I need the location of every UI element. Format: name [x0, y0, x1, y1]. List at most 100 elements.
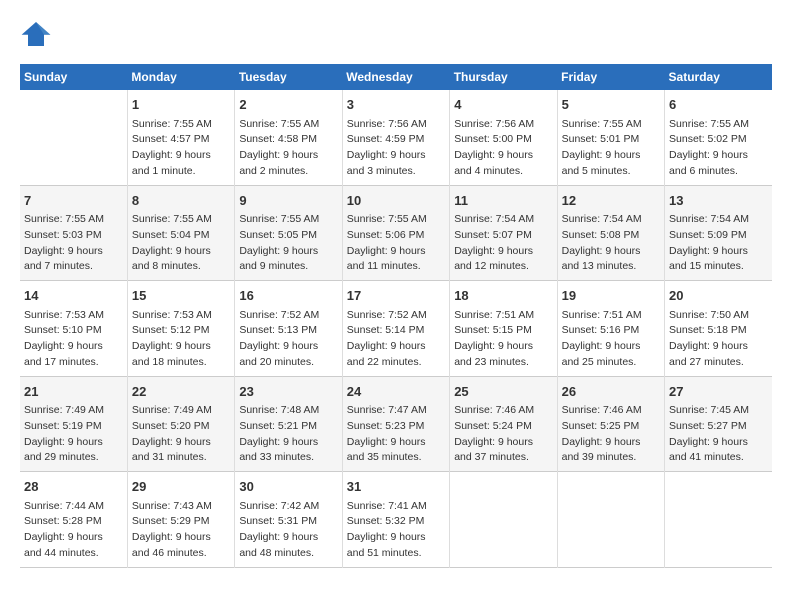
calendar-week-row: 7Sunrise: 7:55 AM Sunset: 5:03 PM Daylig…: [20, 185, 772, 281]
calendar-cell: 2Sunrise: 7:55 AM Sunset: 4:58 PM Daylig…: [235, 90, 342, 185]
day-number: 5: [562, 95, 660, 115]
day-content: Sunrise: 7:49 AM Sunset: 5:19 PM Dayligh…: [24, 403, 123, 466]
day-content: Sunrise: 7:44 AM Sunset: 5:28 PM Dayligh…: [24, 499, 123, 562]
calendar-cell: 15Sunrise: 7:53 AM Sunset: 5:12 PM Dayli…: [127, 281, 234, 377]
calendar-cell: 28Sunrise: 7:44 AM Sunset: 5:28 PM Dayli…: [20, 472, 127, 568]
day-number: 3: [347, 95, 445, 115]
day-content: Sunrise: 7:43 AM Sunset: 5:29 PM Dayligh…: [132, 499, 230, 562]
day-number: 4: [454, 95, 552, 115]
day-number: 10: [347, 191, 445, 211]
day-content: Sunrise: 7:49 AM Sunset: 5:20 PM Dayligh…: [132, 403, 230, 466]
day-content: Sunrise: 7:55 AM Sunset: 4:57 PM Dayligh…: [132, 117, 230, 180]
day-number: 20: [669, 286, 768, 306]
day-content: Sunrise: 7:55 AM Sunset: 5:05 PM Dayligh…: [239, 212, 337, 275]
day-content: Sunrise: 7:55 AM Sunset: 5:03 PM Dayligh…: [24, 212, 123, 275]
day-number: 8: [132, 191, 230, 211]
calendar-cell: [665, 472, 772, 568]
calendar-cell: 22Sunrise: 7:49 AM Sunset: 5:20 PM Dayli…: [127, 376, 234, 472]
day-number: 21: [24, 382, 123, 402]
day-number: 31: [347, 477, 445, 497]
day-number: 27: [669, 382, 768, 402]
day-number: 22: [132, 382, 230, 402]
day-content: Sunrise: 7:42 AM Sunset: 5:31 PM Dayligh…: [239, 499, 337, 562]
calendar-cell: 17Sunrise: 7:52 AM Sunset: 5:14 PM Dayli…: [342, 281, 449, 377]
calendar-cell: 1Sunrise: 7:55 AM Sunset: 4:57 PM Daylig…: [127, 90, 234, 185]
day-number: 30: [239, 477, 337, 497]
day-content: Sunrise: 7:51 AM Sunset: 5:16 PM Dayligh…: [562, 308, 660, 371]
day-number: 19: [562, 286, 660, 306]
calendar-week-row: 1Sunrise: 7:55 AM Sunset: 4:57 PM Daylig…: [20, 90, 772, 185]
weekday-header: Friday: [557, 64, 664, 90]
calendar-week-row: 21Sunrise: 7:49 AM Sunset: 5:19 PM Dayli…: [20, 376, 772, 472]
day-number: 25: [454, 382, 552, 402]
calendar-cell: 10Sunrise: 7:55 AM Sunset: 5:06 PM Dayli…: [342, 185, 449, 281]
page-header: [20, 20, 772, 48]
calendar-cell: 7Sunrise: 7:55 AM Sunset: 5:03 PM Daylig…: [20, 185, 127, 281]
day-content: Sunrise: 7:55 AM Sunset: 5:02 PM Dayligh…: [669, 117, 768, 180]
calendar-cell: 20Sunrise: 7:50 AM Sunset: 5:18 PM Dayli…: [665, 281, 772, 377]
day-content: Sunrise: 7:45 AM Sunset: 5:27 PM Dayligh…: [669, 403, 768, 466]
calendar-cell: 5Sunrise: 7:55 AM Sunset: 5:01 PM Daylig…: [557, 90, 664, 185]
calendar-cell: [20, 90, 127, 185]
day-content: Sunrise: 7:52 AM Sunset: 5:14 PM Dayligh…: [347, 308, 445, 371]
calendar-week-row: 28Sunrise: 7:44 AM Sunset: 5:28 PM Dayli…: [20, 472, 772, 568]
calendar-cell: 23Sunrise: 7:48 AM Sunset: 5:21 PM Dayli…: [235, 376, 342, 472]
weekday-header-row: SundayMondayTuesdayWednesdayThursdayFrid…: [20, 64, 772, 90]
weekday-header: Saturday: [665, 64, 772, 90]
calendar-cell: [450, 472, 557, 568]
day-content: Sunrise: 7:54 AM Sunset: 5:09 PM Dayligh…: [669, 212, 768, 275]
calendar-cell: 26Sunrise: 7:46 AM Sunset: 5:25 PM Dayli…: [557, 376, 664, 472]
calendar-cell: 21Sunrise: 7:49 AM Sunset: 5:19 PM Dayli…: [20, 376, 127, 472]
weekday-header: Wednesday: [342, 64, 449, 90]
day-number: 6: [669, 95, 768, 115]
calendar-cell: 29Sunrise: 7:43 AM Sunset: 5:29 PM Dayli…: [127, 472, 234, 568]
weekday-header: Monday: [127, 64, 234, 90]
day-number: 17: [347, 286, 445, 306]
day-number: 11: [454, 191, 552, 211]
calendar-cell: 30Sunrise: 7:42 AM Sunset: 5:31 PM Dayli…: [235, 472, 342, 568]
day-number: 24: [347, 382, 445, 402]
day-number: 23: [239, 382, 337, 402]
day-content: Sunrise: 7:54 AM Sunset: 5:07 PM Dayligh…: [454, 212, 552, 275]
day-number: 2: [239, 95, 337, 115]
day-number: 7: [24, 191, 123, 211]
day-content: Sunrise: 7:55 AM Sunset: 4:58 PM Dayligh…: [239, 117, 337, 180]
day-content: Sunrise: 7:41 AM Sunset: 5:32 PM Dayligh…: [347, 499, 445, 562]
logo: [20, 20, 56, 48]
weekday-header: Sunday: [20, 64, 127, 90]
calendar-cell: 8Sunrise: 7:55 AM Sunset: 5:04 PM Daylig…: [127, 185, 234, 281]
day-content: Sunrise: 7:47 AM Sunset: 5:23 PM Dayligh…: [347, 403, 445, 466]
day-number: 18: [454, 286, 552, 306]
calendar-table: SundayMondayTuesdayWednesdayThursdayFrid…: [20, 64, 772, 568]
calendar-cell: 13Sunrise: 7:54 AM Sunset: 5:09 PM Dayli…: [665, 185, 772, 281]
day-content: Sunrise: 7:56 AM Sunset: 4:59 PM Dayligh…: [347, 117, 445, 180]
day-number: 14: [24, 286, 123, 306]
day-number: 28: [24, 477, 123, 497]
day-content: Sunrise: 7:56 AM Sunset: 5:00 PM Dayligh…: [454, 117, 552, 180]
calendar-cell: 3Sunrise: 7:56 AM Sunset: 4:59 PM Daylig…: [342, 90, 449, 185]
calendar-cell: 9Sunrise: 7:55 AM Sunset: 5:05 PM Daylig…: [235, 185, 342, 281]
day-number: 12: [562, 191, 660, 211]
calendar-cell: 6Sunrise: 7:55 AM Sunset: 5:02 PM Daylig…: [665, 90, 772, 185]
day-content: Sunrise: 7:48 AM Sunset: 5:21 PM Dayligh…: [239, 403, 337, 466]
day-content: Sunrise: 7:54 AM Sunset: 5:08 PM Dayligh…: [562, 212, 660, 275]
calendar-cell: [557, 472, 664, 568]
calendar-cell: 12Sunrise: 7:54 AM Sunset: 5:08 PM Dayli…: [557, 185, 664, 281]
calendar-cell: 11Sunrise: 7:54 AM Sunset: 5:07 PM Dayli…: [450, 185, 557, 281]
day-number: 16: [239, 286, 337, 306]
day-number: 1: [132, 95, 230, 115]
calendar-week-row: 14Sunrise: 7:53 AM Sunset: 5:10 PM Dayli…: [20, 281, 772, 377]
day-content: Sunrise: 7:50 AM Sunset: 5:18 PM Dayligh…: [669, 308, 768, 371]
day-content: Sunrise: 7:53 AM Sunset: 5:12 PM Dayligh…: [132, 308, 230, 371]
calendar-cell: 25Sunrise: 7:46 AM Sunset: 5:24 PM Dayli…: [450, 376, 557, 472]
day-content: Sunrise: 7:55 AM Sunset: 5:01 PM Dayligh…: [562, 117, 660, 180]
calendar-cell: 27Sunrise: 7:45 AM Sunset: 5:27 PM Dayli…: [665, 376, 772, 472]
calendar-cell: 4Sunrise: 7:56 AM Sunset: 5:00 PM Daylig…: [450, 90, 557, 185]
calendar-cell: 18Sunrise: 7:51 AM Sunset: 5:15 PM Dayli…: [450, 281, 557, 377]
day-number: 9: [239, 191, 337, 211]
day-content: Sunrise: 7:53 AM Sunset: 5:10 PM Dayligh…: [24, 308, 123, 371]
weekday-header: Thursday: [450, 64, 557, 90]
day-content: Sunrise: 7:51 AM Sunset: 5:15 PM Dayligh…: [454, 308, 552, 371]
calendar-cell: 14Sunrise: 7:53 AM Sunset: 5:10 PM Dayli…: [20, 281, 127, 377]
day-content: Sunrise: 7:55 AM Sunset: 5:06 PM Dayligh…: [347, 212, 445, 275]
